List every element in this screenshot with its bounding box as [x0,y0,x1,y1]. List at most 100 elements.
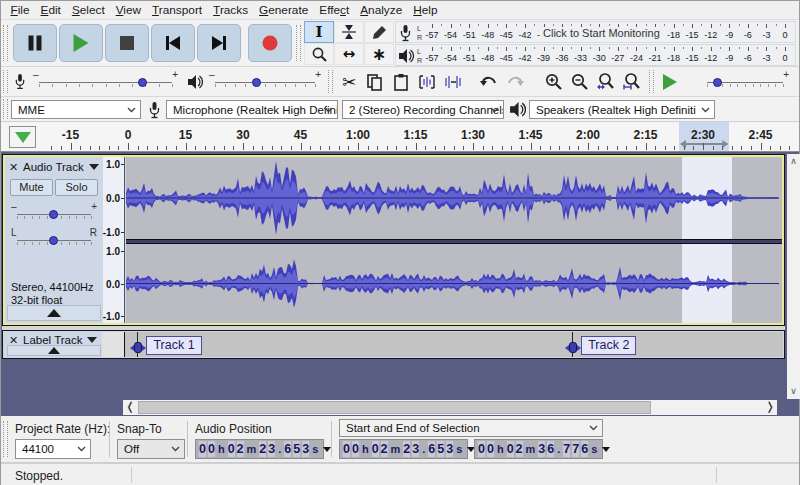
selection-end-field[interactable]: 00h02m36.776s [474,439,603,459]
menu-tracks[interactable]: Tracks [208,3,254,17]
zoom-selection-icon [596,72,616,92]
zoom-selection-button[interactable] [594,70,618,94]
recording-volume-slider[interactable]: –+ [33,67,178,96]
menu-select[interactable]: Select [66,3,110,17]
redo-button[interactable] [503,70,527,94]
playback-meter[interactable]: LR -57-54-51-48-45-42-39-36-33-30-27-24-… [395,44,796,66]
zoom-in-button[interactable] [542,70,566,94]
audio-host-select[interactable]: MME [11,100,141,119]
zoom-out-button[interactable] [568,70,592,94]
slider-thumb[interactable] [49,236,58,245]
horizontal-scroll-thumb[interactable] [138,401,651,414]
edit-toolbar-grip[interactable] [328,70,333,93]
copy-icon [366,73,384,91]
selection-mode-select[interactable]: Start and End of Selection [339,419,603,437]
transport-toolbar-grip[interactable] [3,25,8,62]
timeline-ruler[interactable]: -1501530451:001:151:301:452:002:152:302:… [1,122,799,152]
waveform-canvas[interactable] [126,157,782,323]
track-title[interactable]: Audio Track [23,161,84,173]
selection-start-field[interactable]: 00h02m23.653s [339,439,468,459]
play-button[interactable] [59,24,103,62]
pan-slider[interactable]: LR [11,227,97,247]
gain-slider[interactable]: –+ [11,201,97,221]
chevron-down-icon [490,107,499,113]
cut-button[interactable]: ✂ [337,70,361,94]
multi-tool[interactable]: ∗ [364,43,394,65]
close-track-button[interactable]: ✕ [7,161,20,174]
timeline-options-button[interactable] [9,126,36,148]
menu-file[interactable]: File [5,3,35,17]
stop-icon [120,36,134,50]
device-toolbar-grip[interactable] [3,99,8,118]
playback-volume-icon [187,74,203,90]
mixer-toolbar-grip[interactable] [3,70,8,93]
play-at-speed-button[interactable] [656,70,684,94]
envelope-tool[interactable] [334,21,364,43]
scroll-down-arrow[interactable]: ∨ [787,384,800,399]
menu-generate[interactable]: Generate [254,3,314,17]
tools-toolbar-grip[interactable] [296,25,301,62]
project-rate-select[interactable]: 44100 [15,439,91,459]
playback-device-icon [509,101,526,118]
meter-monitoring-hint[interactable]: Click to Start Monitoring [540,27,663,39]
track-menu-chevron-icon[interactable] [89,164,99,170]
label-track: ✕ Label Track Track 1Track 2 [2,330,785,359]
collapse-track-button[interactable] [7,345,101,356]
menu-transport[interactable]: Transport [147,3,208,17]
record-button[interactable] [248,24,292,62]
play-at-speed-grip[interactable] [649,70,654,93]
playback-device-select[interactable]: Speakers (Realtek High Definiti [529,100,715,119]
stop-button[interactable] [105,24,149,62]
menu-edit[interactable]: Edit [35,3,66,17]
pause-icon [29,36,42,51]
recording-channels-select[interactable]: 2 (Stereo) Recording Channels [342,100,504,119]
skip-to-start-icon [166,36,180,50]
play-speed-slider[interactable]: + [701,67,789,96]
collapse-track-button[interactable] [7,305,101,321]
scroll-left-arrow[interactable]: ❬ [123,400,137,415]
trim-audio-icon [417,73,437,91]
label-text[interactable]: Track 1 [146,336,201,355]
vertical-scrollbar[interactable]: ∧ ∨ [787,154,800,399]
slider-thumb[interactable] [252,78,261,87]
menu-view[interactable]: View [110,3,146,17]
zoom-fit-button[interactable] [620,70,644,94]
menu-bar: FileEditSelectViewTransportTracksGenerat… [1,1,799,20]
horizontal-scrollbar[interactable]: ❬ ❭ [123,400,777,415]
silence-audio-button[interactable] [441,70,465,94]
slider-thumb[interactable] [49,210,58,219]
selection-tool[interactable]: I [304,21,334,43]
pause-button[interactable] [13,24,57,62]
scroll-right-arrow[interactable]: ❭ [763,400,777,415]
skip-to-end-icon [212,36,226,50]
recording-device-select[interactable]: Microphone (Realtek High Defini [166,100,338,119]
menu-analyze[interactable]: Analyze [355,3,408,17]
time-shift-tool[interactable]: ↔ [334,43,364,65]
skip-to-start-button[interactable] [151,24,195,62]
zoom-tool[interactable] [304,43,334,65]
audio-position-field[interactable]: 00h02m23.653s [195,439,324,459]
mute-button[interactable]: Mute [10,179,53,196]
undo-icon [479,74,499,90]
menu-help[interactable]: Help [408,3,443,17]
zoom-out-icon [570,72,590,92]
track-menu-chevron-icon[interactable] [87,337,97,343]
speaker-icon [398,48,414,64]
selection-toolbar-grip[interactable] [3,421,8,458]
slider-thumb[interactable] [138,78,147,87]
paste-button[interactable] [389,70,413,94]
playback-volume-slider[interactable]: –+ [209,67,321,96]
trim-audio-button[interactable] [415,70,439,94]
label-track-canvas[interactable]: Track 1 Track 2 [124,332,783,357]
draw-tool[interactable] [364,21,394,43]
undo-button[interactable] [477,70,501,94]
label-text[interactable]: Track 2 [581,336,636,355]
scroll-up-arrow[interactable]: ∧ [787,154,800,169]
slider-thumb[interactable] [713,78,722,87]
recording-meter[interactable]: LR -57-54-51-48-45-42-39-36-33-30-27-24-… [395,21,796,43]
solo-button[interactable]: Solo [55,179,98,196]
snap-to-select[interactable]: Off [117,439,185,459]
copy-button[interactable] [363,70,387,94]
skip-to-end-button[interactable] [197,24,241,62]
menu-effect[interactable]: Effect [314,3,355,17]
